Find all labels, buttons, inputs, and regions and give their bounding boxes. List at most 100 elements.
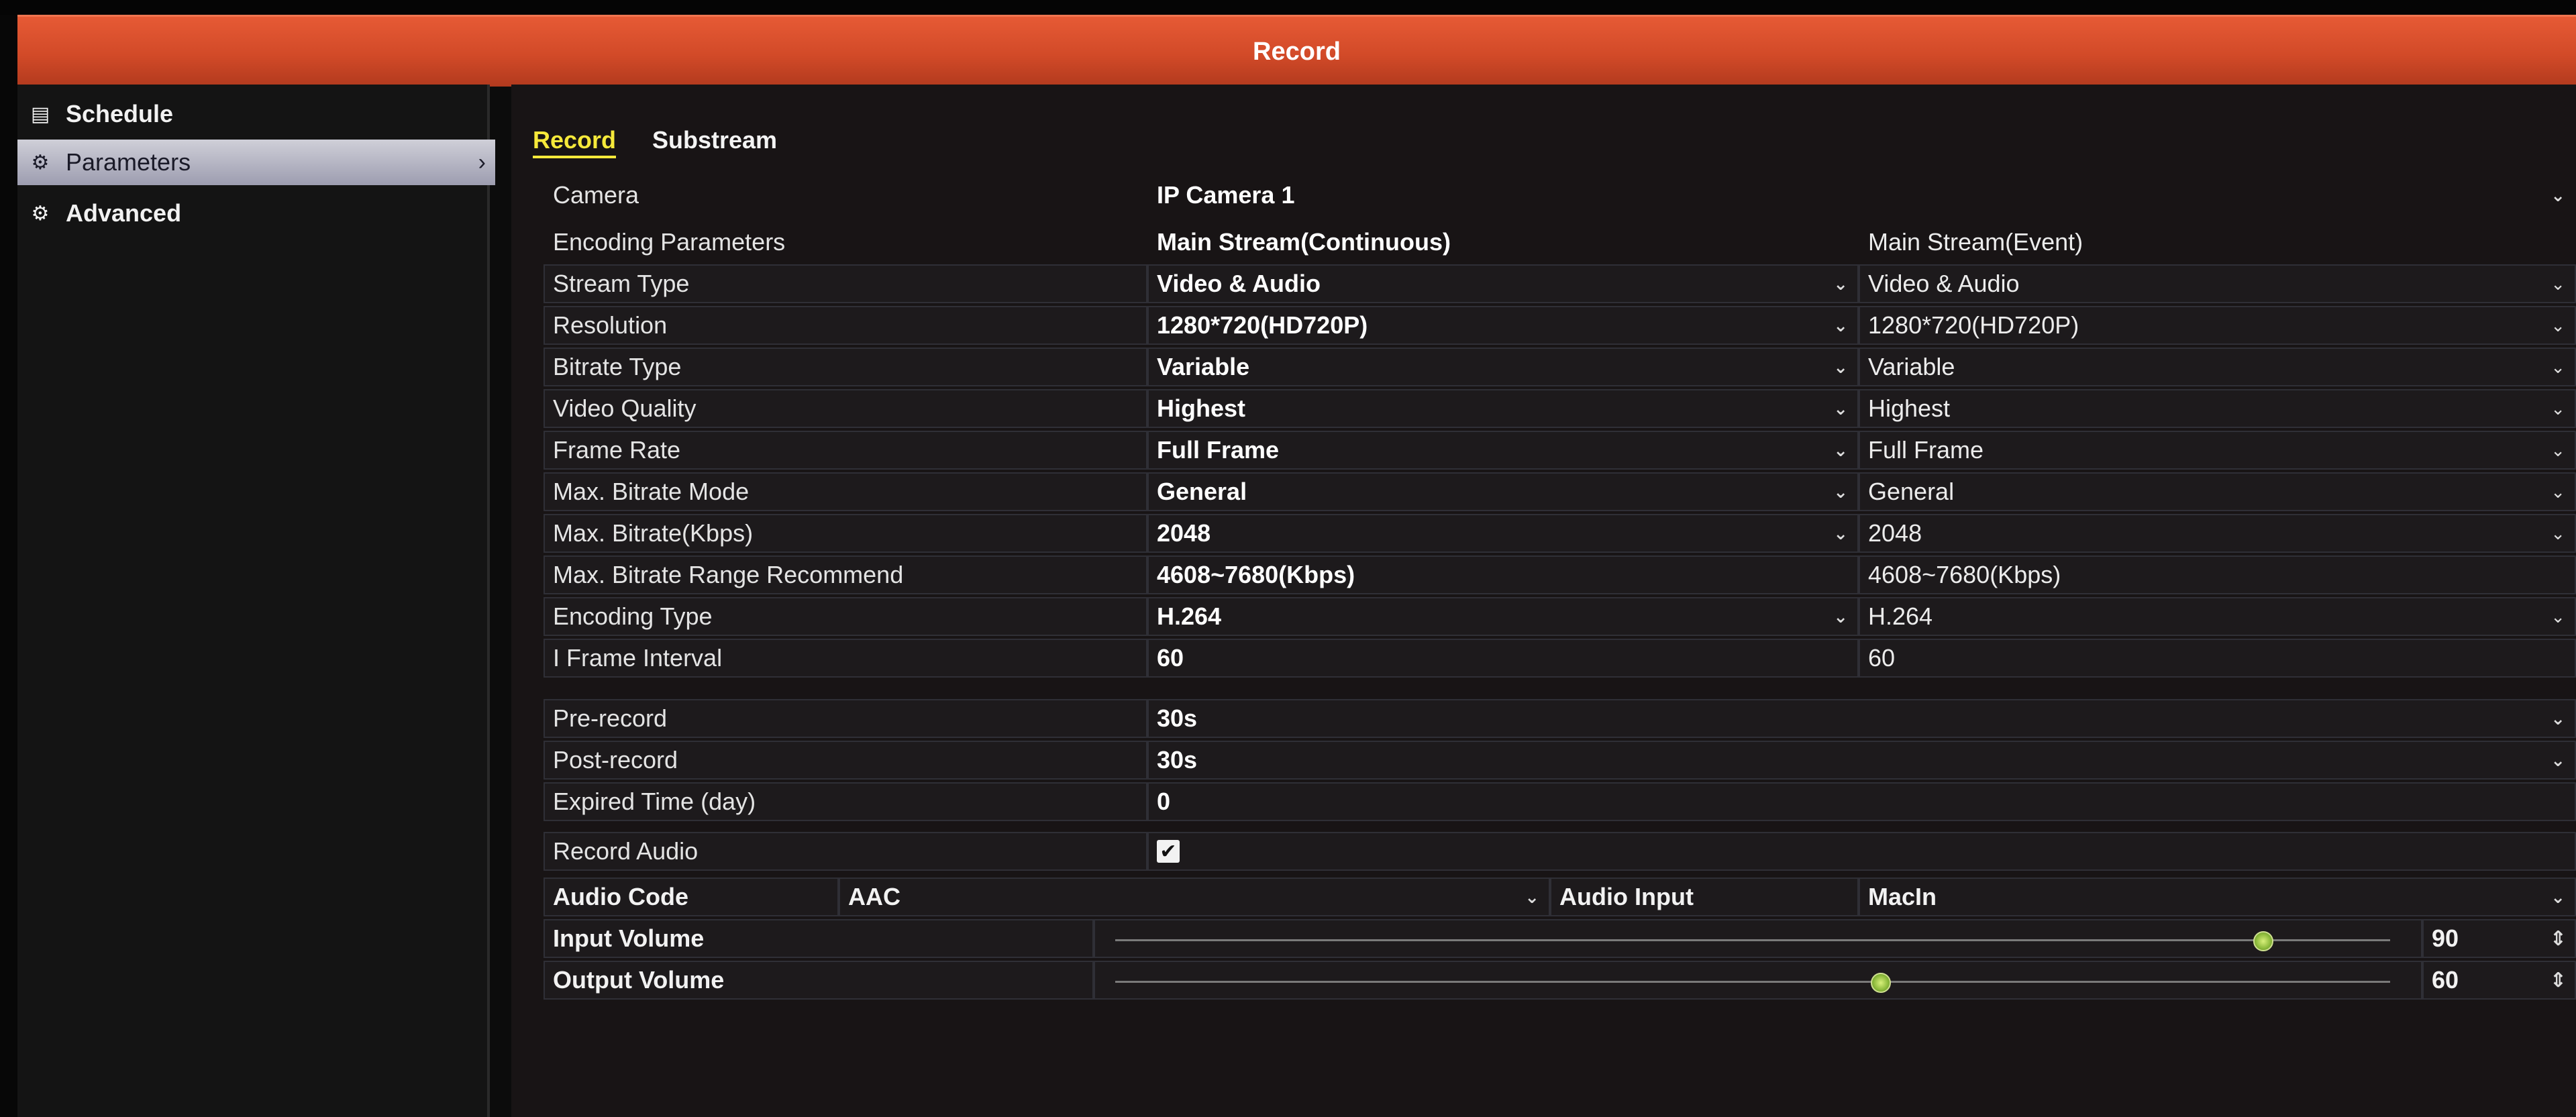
encoding-row: Bitrate Type Variable ⌄ Variable ⌄ — [544, 348, 2576, 388]
pre-record-select[interactable]: 30s ⌄ — [1147, 699, 2576, 738]
tab-record[interactable]: Record — [533, 126, 617, 158]
continuous-value-field[interactable]: 2048 ⌄ — [1147, 514, 1859, 553]
continuous-value-field[interactable]: Highest ⌄ — [1147, 389, 1859, 428]
event-value-field: 60 — [1859, 639, 2576, 678]
sidebar-item-advanced[interactable]: ⚙ Advanced — [17, 191, 495, 236]
chevron-down-icon: ⌄ — [1525, 886, 1539, 907]
chevron-down-icon: ⌄ — [2551, 356, 2565, 377]
continuous-value-field[interactable]: Video & Audio ⌄ — [1147, 264, 1859, 303]
event-value-field[interactable]: Highest ⌄ — [1859, 389, 2576, 428]
chevron-down-icon: ⌄ — [2551, 398, 2565, 419]
record-audio-checkbox[interactable]: ✔ — [1157, 840, 1180, 863]
sidebar-item-label: Schedule — [66, 100, 174, 127]
record-audio-row: Record Audio ✔ — [544, 832, 2576, 872]
sidebar-item-label: Parameters — [66, 148, 191, 176]
chevron-down-icon: ⌄ — [2551, 606, 2565, 627]
post-record-label: Post-record — [544, 741, 1147, 780]
input-volume-slider[interactable] — [1094, 919, 2422, 958]
event-value-field[interactable]: H.264 ⌄ — [1859, 597, 2576, 636]
encoding-row-label: Max. Bitrate(Kbps) — [544, 514, 1147, 553]
continuous-value-field[interactable]: H.264 ⌄ — [1147, 597, 1859, 636]
audio-code-label: Audio Code — [544, 877, 839, 916]
continuous-value-field[interactable]: Variable ⌄ — [1147, 348, 1859, 386]
chevron-down-icon: ⌄ — [1833, 606, 1848, 627]
slider-knob[interactable] — [1871, 973, 1891, 993]
chevron-down-icon: ⌄ — [1833, 273, 1848, 294]
left-edge — [0, 15, 17, 1117]
encoding-row-label-text: Frame Rate — [553, 436, 681, 464]
chevron-down-icon: ⌄ — [1833, 398, 1848, 419]
camera-select[interactable]: IP Camera 1 ⌄ — [1147, 176, 2576, 215]
chevron-down-icon: ⌄ — [1833, 315, 1848, 335]
encoding-row: Frame Rate Full Frame ⌄ Full Frame ⌄ — [544, 431, 2576, 471]
encoding-row-label-text: Bitrate Type — [553, 353, 682, 380]
audio-code-select[interactable]: AAC ⌄ — [839, 877, 1550, 916]
event-value-field[interactable]: Variable ⌄ — [1859, 348, 2576, 386]
slider-knob[interactable] — [2253, 931, 2273, 951]
audio-code-row: Audio Code AAC ⌄ Audio Input MacIn ⌄ — [544, 877, 2576, 918]
event-value-field-text: Variable — [1868, 353, 1955, 380]
continuous-value-field-text: Variable — [1157, 353, 1250, 380]
output-volume-slider[interactable] — [1094, 961, 2422, 1000]
pre-record-row: Pre-record 30s ⌄ — [544, 699, 2576, 739]
main-stream-continuous-header: Main Stream(Continuous) — [1157, 228, 1451, 256]
continuous-value-field-text: Highest — [1157, 394, 1246, 422]
camera-label: Camera — [553, 181, 639, 209]
encoding-row-label: Frame Rate — [544, 431, 1147, 470]
output-volume-stepper[interactable]: 60 ⇕ — [2422, 961, 2576, 1000]
event-value-field[interactable]: 1280*720(HD720P) ⌄ — [1859, 306, 2576, 345]
continuous-value-field-text: 4608~7680(Kbps) — [1157, 561, 1355, 588]
encoding-row: Stream Type Video & Audio ⌄ Video & Audio ⌄ — [544, 264, 2576, 305]
encoding-row-label: Resolution — [544, 306, 1147, 345]
spinner-icon: ⇕ — [2549, 969, 2567, 992]
continuous-value-field-text: 1280*720(HD720P) — [1157, 311, 1368, 339]
input-volume-label: Input Volume — [544, 919, 1094, 958]
advanced-gear-icon: ⚙ — [31, 202, 50, 225]
encoding-row-label: Video Quality — [544, 389, 1147, 428]
event-value-field-text: Highest — [1868, 394, 1951, 422]
camera-value: IP Camera 1 — [1157, 181, 1295, 209]
continuous-value-field-text: 2048 — [1157, 519, 1211, 547]
pre-record-value: 30s — [1157, 704, 1198, 732]
chevron-down-icon: ⌄ — [2551, 708, 2565, 729]
post-record-select[interactable]: 30s ⌄ — [1147, 741, 2576, 780]
pre-record-label: Pre-record — [544, 699, 1147, 738]
calendar-icon: ▤ — [30, 103, 50, 125]
encoding-row-label: I Frame Interval — [544, 639, 1147, 678]
record-audio-label: Record Audio — [544, 832, 1147, 871]
chevron-right-icon: › — [478, 149, 486, 175]
chevron-down-icon: ⌄ — [2551, 749, 2565, 770]
continuous-value-field: 4608~7680(Kbps) — [1147, 555, 1859, 594]
sidebar-item-schedule[interactable]: ▤ Schedule — [17, 91, 495, 137]
expired-time-input[interactable]: 0 — [1147, 782, 2576, 821]
sidebar-item-parameters[interactable]: ⚙ Parameters › — [17, 140, 495, 185]
event-value-field[interactable]: 2048 ⌄ — [1859, 514, 2576, 553]
chevron-down-icon: ⌄ — [1833, 439, 1848, 460]
input-volume-row: Input Volume 90 ⇕ — [544, 919, 2576, 959]
input-volume-stepper[interactable]: 90 ⇕ — [2422, 919, 2576, 958]
encoding-row-label: Max. Bitrate Range Recommend — [544, 555, 1147, 594]
audio-input-label: Audio Input — [1550, 877, 1859, 916]
gear-icon: ⚙ — [31, 151, 50, 174]
continuous-value-field-text: 60 — [1157, 644, 1184, 672]
chevron-down-icon: ⌄ — [2551, 184, 2565, 205]
event-value-field-text: 60 — [1868, 644, 1896, 672]
input-volume-value: 90 — [2432, 924, 2459, 952]
chevron-down-icon: ⌄ — [2551, 886, 2565, 907]
event-value-field[interactable]: General ⌄ — [1859, 472, 2576, 511]
continuous-value-field[interactable]: Full Frame ⌄ — [1147, 431, 1859, 470]
encoding-row-label: Stream Type — [544, 264, 1147, 303]
continuous-value-field[interactable]: 1280*720(HD720P) ⌄ — [1147, 306, 1859, 345]
slider-track — [1115, 939, 2390, 941]
encoding-row: Video Quality Highest ⌄ Highest ⌄ — [544, 389, 2576, 429]
chevron-down-icon: ⌄ — [1833, 481, 1848, 502]
camera-row: Camera IP Camera 1 ⌄ — [544, 176, 2576, 216]
continuous-value-field[interactable]: General ⌄ — [1147, 472, 1859, 511]
output-volume-label: Output Volume — [544, 961, 1094, 1000]
event-value-field[interactable]: Full Frame ⌄ — [1859, 431, 2576, 470]
event-value-field[interactable]: Video & Audio ⌄ — [1859, 264, 2576, 303]
encoding-row-label-text: Max. Bitrate Mode — [553, 478, 750, 505]
tab-substream[interactable]: Substream — [652, 126, 777, 154]
continuous-value-field-text: H.264 — [1157, 602, 1222, 630]
audio-input-select[interactable]: MacIn ⌄ — [1859, 877, 2576, 916]
